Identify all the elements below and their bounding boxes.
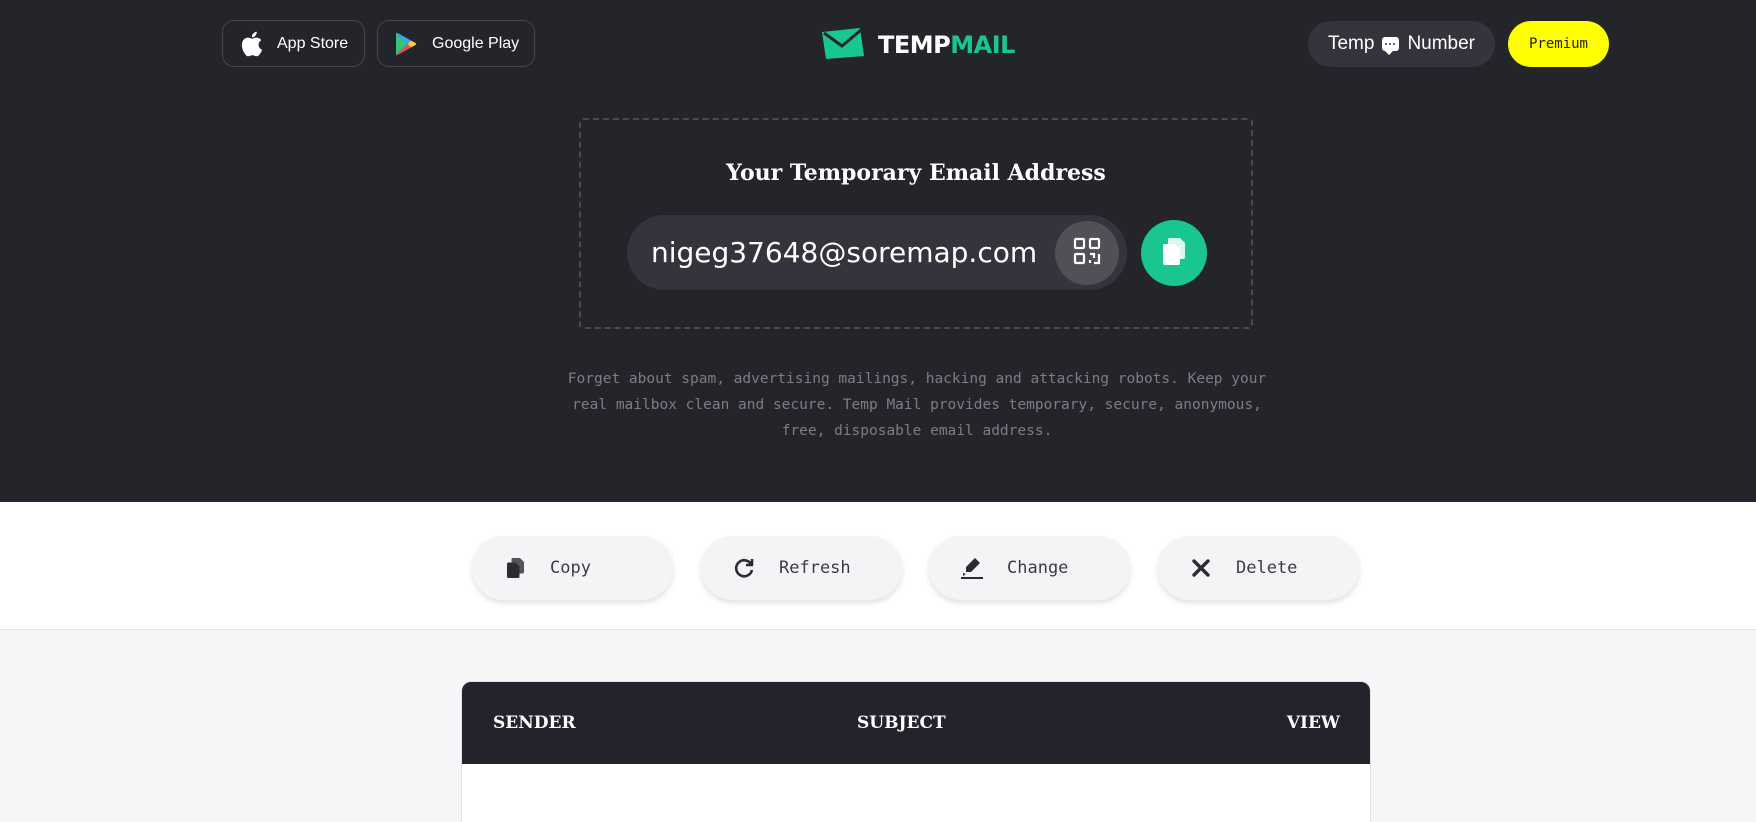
email-address-value[interactable]: nigeg37648@soremap.com bbox=[651, 236, 1037, 269]
copy-icon bbox=[502, 555, 528, 581]
refresh-button-label: Refresh bbox=[779, 558, 851, 578]
app-store-label: App Store bbox=[277, 34, 349, 52]
app-store-button[interactable]: App Store bbox=[222, 20, 365, 67]
column-header-sender: SENDER bbox=[493, 713, 576, 733]
copy-button-label: Copy bbox=[550, 558, 591, 578]
tempmail-logo[interactable]: TEMPMAIL bbox=[820, 26, 1015, 64]
google-play-label: Google Play bbox=[432, 34, 520, 52]
envelope-logo-icon bbox=[820, 26, 868, 65]
temp-number-button[interactable]: Temp Number bbox=[1308, 21, 1495, 67]
change-button[interactable]: Change bbox=[929, 536, 1130, 600]
copy-address-button[interactable] bbox=[1141, 220, 1207, 286]
qr-code-icon bbox=[1073, 237, 1101, 270]
email-address-field[interactable]: nigeg37648@soremap.com bbox=[627, 215, 1127, 290]
email-address-panel: Your Temporary Email Address nigeg37648@… bbox=[579, 118, 1253, 329]
google-play-button[interactable]: Google Play bbox=[377, 20, 535, 67]
temp-number-label-left: Temp bbox=[1327, 33, 1375, 54]
column-header-subject: SUBJECT bbox=[857, 713, 946, 733]
action-bar: Copy Refresh Change Delete bbox=[0, 502, 1756, 630]
temp-number-label-right: Number bbox=[1407, 33, 1476, 54]
change-button-label: Change bbox=[1007, 558, 1069, 578]
tagline-text: Forget about spam, advertising mailings,… bbox=[567, 371, 1267, 439]
premium-button[interactable]: Premium bbox=[1508, 21, 1609, 67]
refresh-icon bbox=[731, 555, 757, 581]
logo-text-mail: MAIL bbox=[950, 31, 1015, 59]
copy-button[interactable]: Copy bbox=[472, 536, 673, 600]
refresh-button[interactable]: Refresh bbox=[701, 536, 902, 600]
pen-edit-icon bbox=[959, 555, 985, 581]
qr-code-button[interactable] bbox=[1055, 221, 1119, 285]
delete-button[interactable]: Delete bbox=[1158, 536, 1359, 600]
inbox-table: SENDER SUBJECT VIEW bbox=[461, 681, 1371, 822]
chat-bubble-icon bbox=[1382, 37, 1400, 55]
apple-icon bbox=[237, 30, 265, 58]
logo-text-temp: TEMP bbox=[878, 31, 951, 59]
delete-button-label: Delete bbox=[1236, 558, 1298, 578]
email-panel-title: Your Temporary Email Address bbox=[726, 160, 1106, 186]
google-play-icon bbox=[392, 30, 420, 58]
copy-icon bbox=[1161, 236, 1187, 271]
hero-section: App Store Google Play TEMPMAIL Temp Numb… bbox=[0, 0, 1756, 502]
column-header-view: VIEW bbox=[1286, 713, 1340, 733]
close-icon bbox=[1188, 555, 1214, 581]
inbox-table-header: SENDER SUBJECT VIEW bbox=[462, 682, 1370, 764]
